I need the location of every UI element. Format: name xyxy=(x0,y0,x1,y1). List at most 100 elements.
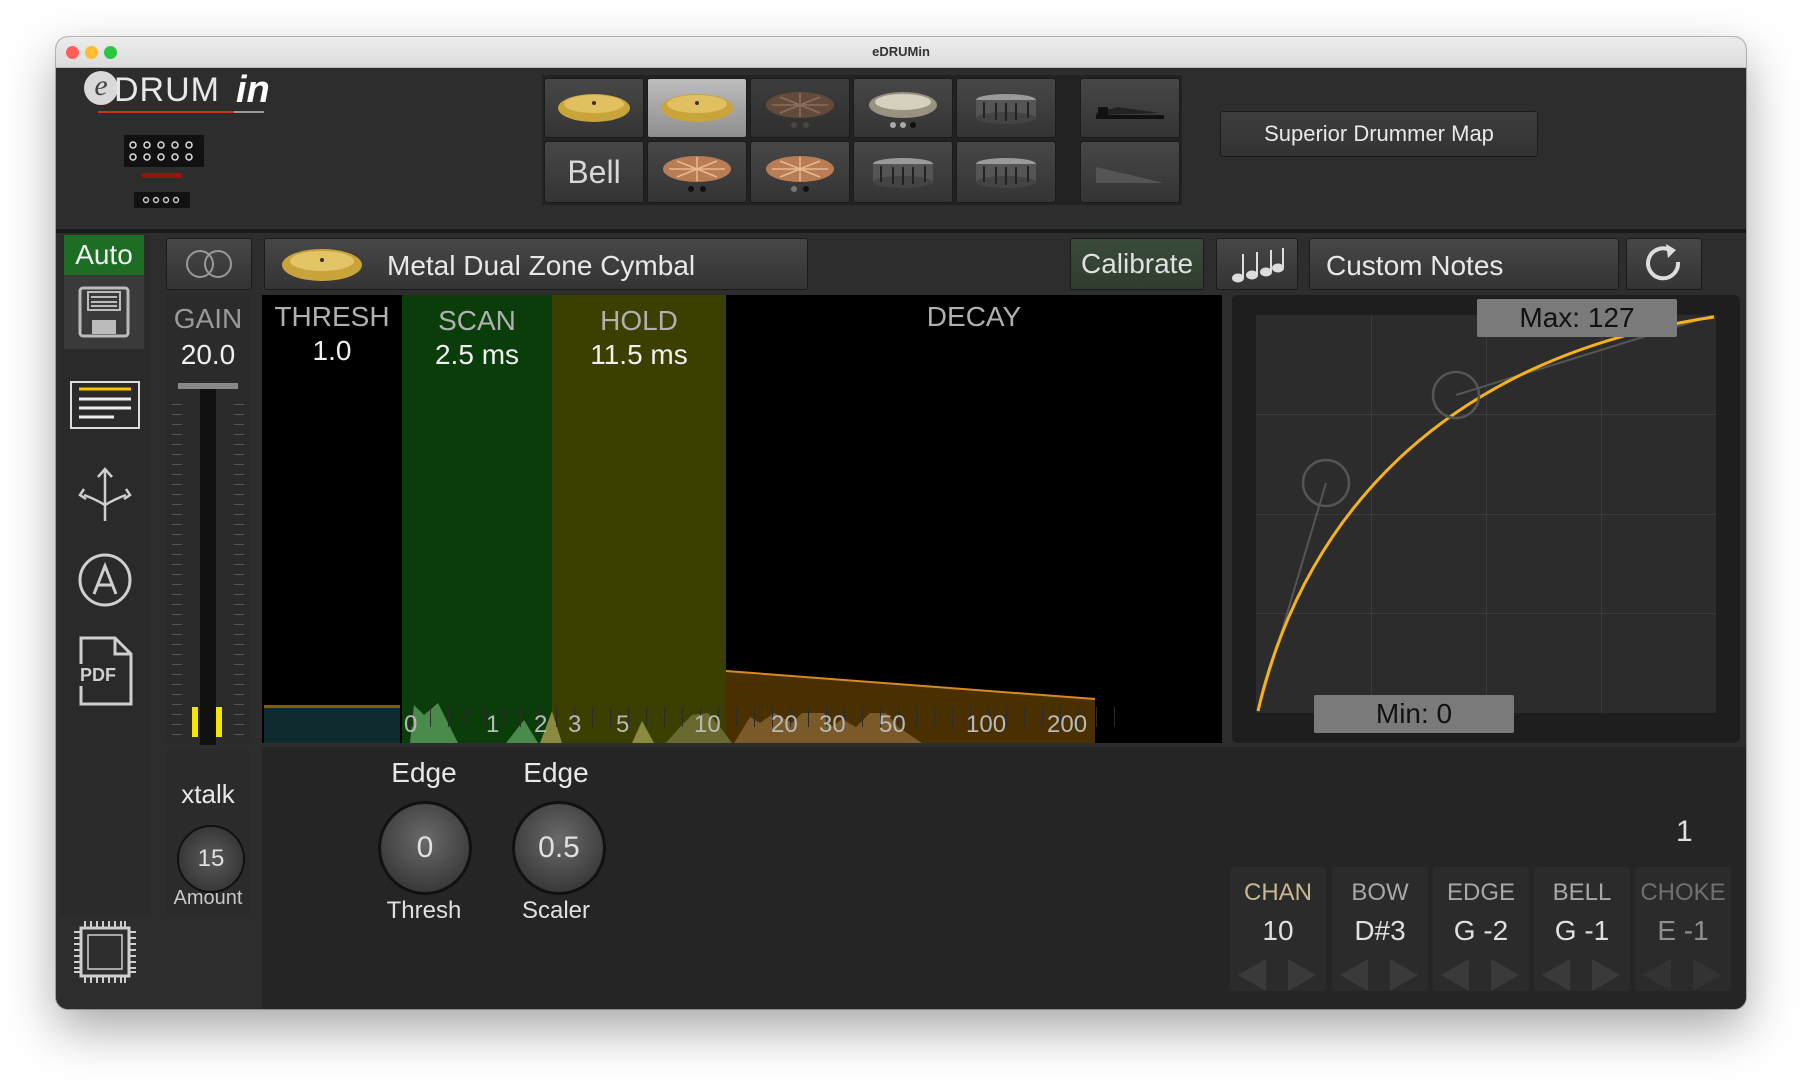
edge-thresh-knob[interactable]: 0 xyxy=(378,801,472,895)
scale-tick xyxy=(646,707,647,727)
note-chan[interactable]: CHAN 10 xyxy=(1230,867,1326,991)
scale-tick xyxy=(592,707,593,727)
scale-tick xyxy=(1096,707,1097,727)
scale-label: 30 xyxy=(819,711,846,738)
note-header: EDGE xyxy=(1446,879,1515,906)
xtalk-amount-knob[interactable]: 15 xyxy=(177,825,245,893)
scale-tick xyxy=(664,707,665,727)
note-bell[interactable]: BELL G -1 xyxy=(1534,867,1630,991)
note-value: 10 xyxy=(1262,915,1294,946)
scale-tick xyxy=(502,707,503,727)
pad-drum-3[interactable] xyxy=(956,141,1056,203)
instrument-name: Metal Dual Zone Cymbal xyxy=(387,250,696,281)
expansion-port-icon xyxy=(134,192,190,208)
decrement-arrow-icon[interactable] xyxy=(1441,959,1469,991)
scale-tick xyxy=(1024,707,1025,727)
superior-drummer-map-button[interactable]: Superior Drummer Map xyxy=(1220,111,1538,157)
save-button[interactable] xyxy=(64,275,144,349)
scale-tick xyxy=(610,707,611,727)
gain-fader-handle[interactable] xyxy=(178,383,238,389)
pdf-manual-button[interactable]: PDF xyxy=(70,631,140,711)
edge-thresh-knob-group: Edge 0 Thresh xyxy=(364,757,484,924)
curve-min-label[interactable]: Min: 0 xyxy=(1314,695,1514,733)
svg-text:PDF: PDF xyxy=(80,665,116,685)
scale-tick xyxy=(520,707,521,727)
hardware-button[interactable] xyxy=(70,917,140,987)
scale-label: 5 xyxy=(616,711,630,738)
auto-button[interactable]: Auto xyxy=(64,235,144,275)
increment-arrow-icon[interactable] xyxy=(1592,959,1620,991)
note-bow[interactable]: BOW D#3 xyxy=(1332,867,1428,991)
edrumin-logo: e DRUM in xyxy=(84,69,284,121)
pad-cymbal-1[interactable] xyxy=(544,78,644,138)
scale-label: 3 xyxy=(568,711,582,738)
scale-tick xyxy=(916,707,917,727)
pad-cymbal-2[interactable] xyxy=(647,78,747,138)
crash-cymbal-icon xyxy=(766,92,834,128)
gain-strip: GAIN 20.0 xyxy=(166,295,250,745)
decrement-arrow-icon[interactable] xyxy=(1238,959,1266,991)
decrement-arrow-icon[interactable] xyxy=(1340,959,1368,991)
scale-tick xyxy=(556,707,557,727)
page-number: 1 xyxy=(1676,815,1693,848)
pad-bell[interactable]: Bell xyxy=(544,141,644,203)
advanced-button[interactable] xyxy=(70,545,140,615)
gain-level-meter xyxy=(216,707,222,737)
velocity-curve-panel[interactable]: Max: 127 Min: 0 xyxy=(1232,295,1740,743)
scale-label: 10 xyxy=(694,711,721,738)
note-edge[interactable]: EDGE G -2 xyxy=(1433,867,1529,991)
notes-button[interactable] xyxy=(1216,238,1298,290)
note-value: G -2 xyxy=(1453,915,1509,946)
instrument-selector[interactable]: Metal Dual Zone Cymbal xyxy=(264,238,808,290)
music-notes-icon xyxy=(1232,248,1284,283)
routing-button[interactable] xyxy=(70,461,140,531)
scale-label: 1 xyxy=(486,711,500,738)
increment-arrow-icon[interactable] xyxy=(1491,959,1519,991)
calibrate-button[interactable]: Calibrate xyxy=(1070,238,1204,290)
pad-cymbal-3[interactable] xyxy=(750,78,850,138)
note-value: G -1 xyxy=(1554,915,1610,946)
increment-arrow-icon[interactable] xyxy=(1288,959,1316,991)
velocity-curve-grid[interactable] xyxy=(1256,315,1716,713)
note-header: BELL xyxy=(1552,879,1612,906)
increment-arrow-icon[interactable] xyxy=(1693,959,1721,991)
velocity-curve xyxy=(1256,315,1715,712)
pad-drum-1[interactable] xyxy=(956,78,1056,138)
scale-tick xyxy=(484,707,485,727)
pad-expression-pedal[interactable] xyxy=(1080,141,1180,203)
scale-label: 50 xyxy=(879,711,906,738)
snare-drum-icon xyxy=(976,94,1036,124)
link-pads-button[interactable] xyxy=(166,238,252,290)
snare-drum-icon xyxy=(873,158,933,188)
pad-hihat-pedal[interactable] xyxy=(1080,78,1180,138)
decrement-arrow-icon[interactable] xyxy=(1643,959,1671,991)
title-bar: eDRUMin xyxy=(56,37,1746,68)
pad-cymbal-4[interactable] xyxy=(853,78,953,138)
increment-arrow-icon[interactable] xyxy=(1390,959,1418,991)
crash-cymbal-icon xyxy=(663,156,731,192)
scale-tick xyxy=(952,707,953,727)
velocity-timing-graph[interactable]: THRESH 1.0 SCAN 2.5 ms HOLD 11.5 ms DECA… xyxy=(262,295,1222,743)
pad-cymbal-5[interactable] xyxy=(647,141,747,203)
pad-drum-2[interactable] xyxy=(853,141,953,203)
note-value: E -1 xyxy=(1657,915,1709,946)
xtalk-section: xtalk 15 Amount xyxy=(166,749,250,917)
decrement-arrow-icon[interactable] xyxy=(1542,959,1570,991)
edge-scaler-knob[interactable]: 0.5 xyxy=(512,801,606,895)
crash-cymbal-icon xyxy=(766,156,834,192)
scale-label: 200 xyxy=(1047,711,1088,738)
snare-drum-icon xyxy=(976,158,1036,188)
gain-fader-track[interactable] xyxy=(200,385,216,745)
scale-label: 100 xyxy=(966,711,1007,738)
scale-tick xyxy=(1042,707,1043,727)
pad-bell-label: Bell xyxy=(567,153,621,190)
refresh-button[interactable] xyxy=(1626,238,1702,290)
settings-list-button[interactable] xyxy=(70,381,140,429)
cymbal-icon xyxy=(869,92,937,128)
custom-notes-button[interactable]: Custom Notes xyxy=(1309,238,1619,290)
pad-cymbal-6[interactable] xyxy=(750,141,850,203)
curve-max-label[interactable]: Max: 127 xyxy=(1477,299,1677,337)
note-choke[interactable]: CHOKE E -1 xyxy=(1635,867,1731,991)
window-title: eDRUMin xyxy=(872,44,930,59)
pedal-wedge-icon xyxy=(1096,167,1164,183)
